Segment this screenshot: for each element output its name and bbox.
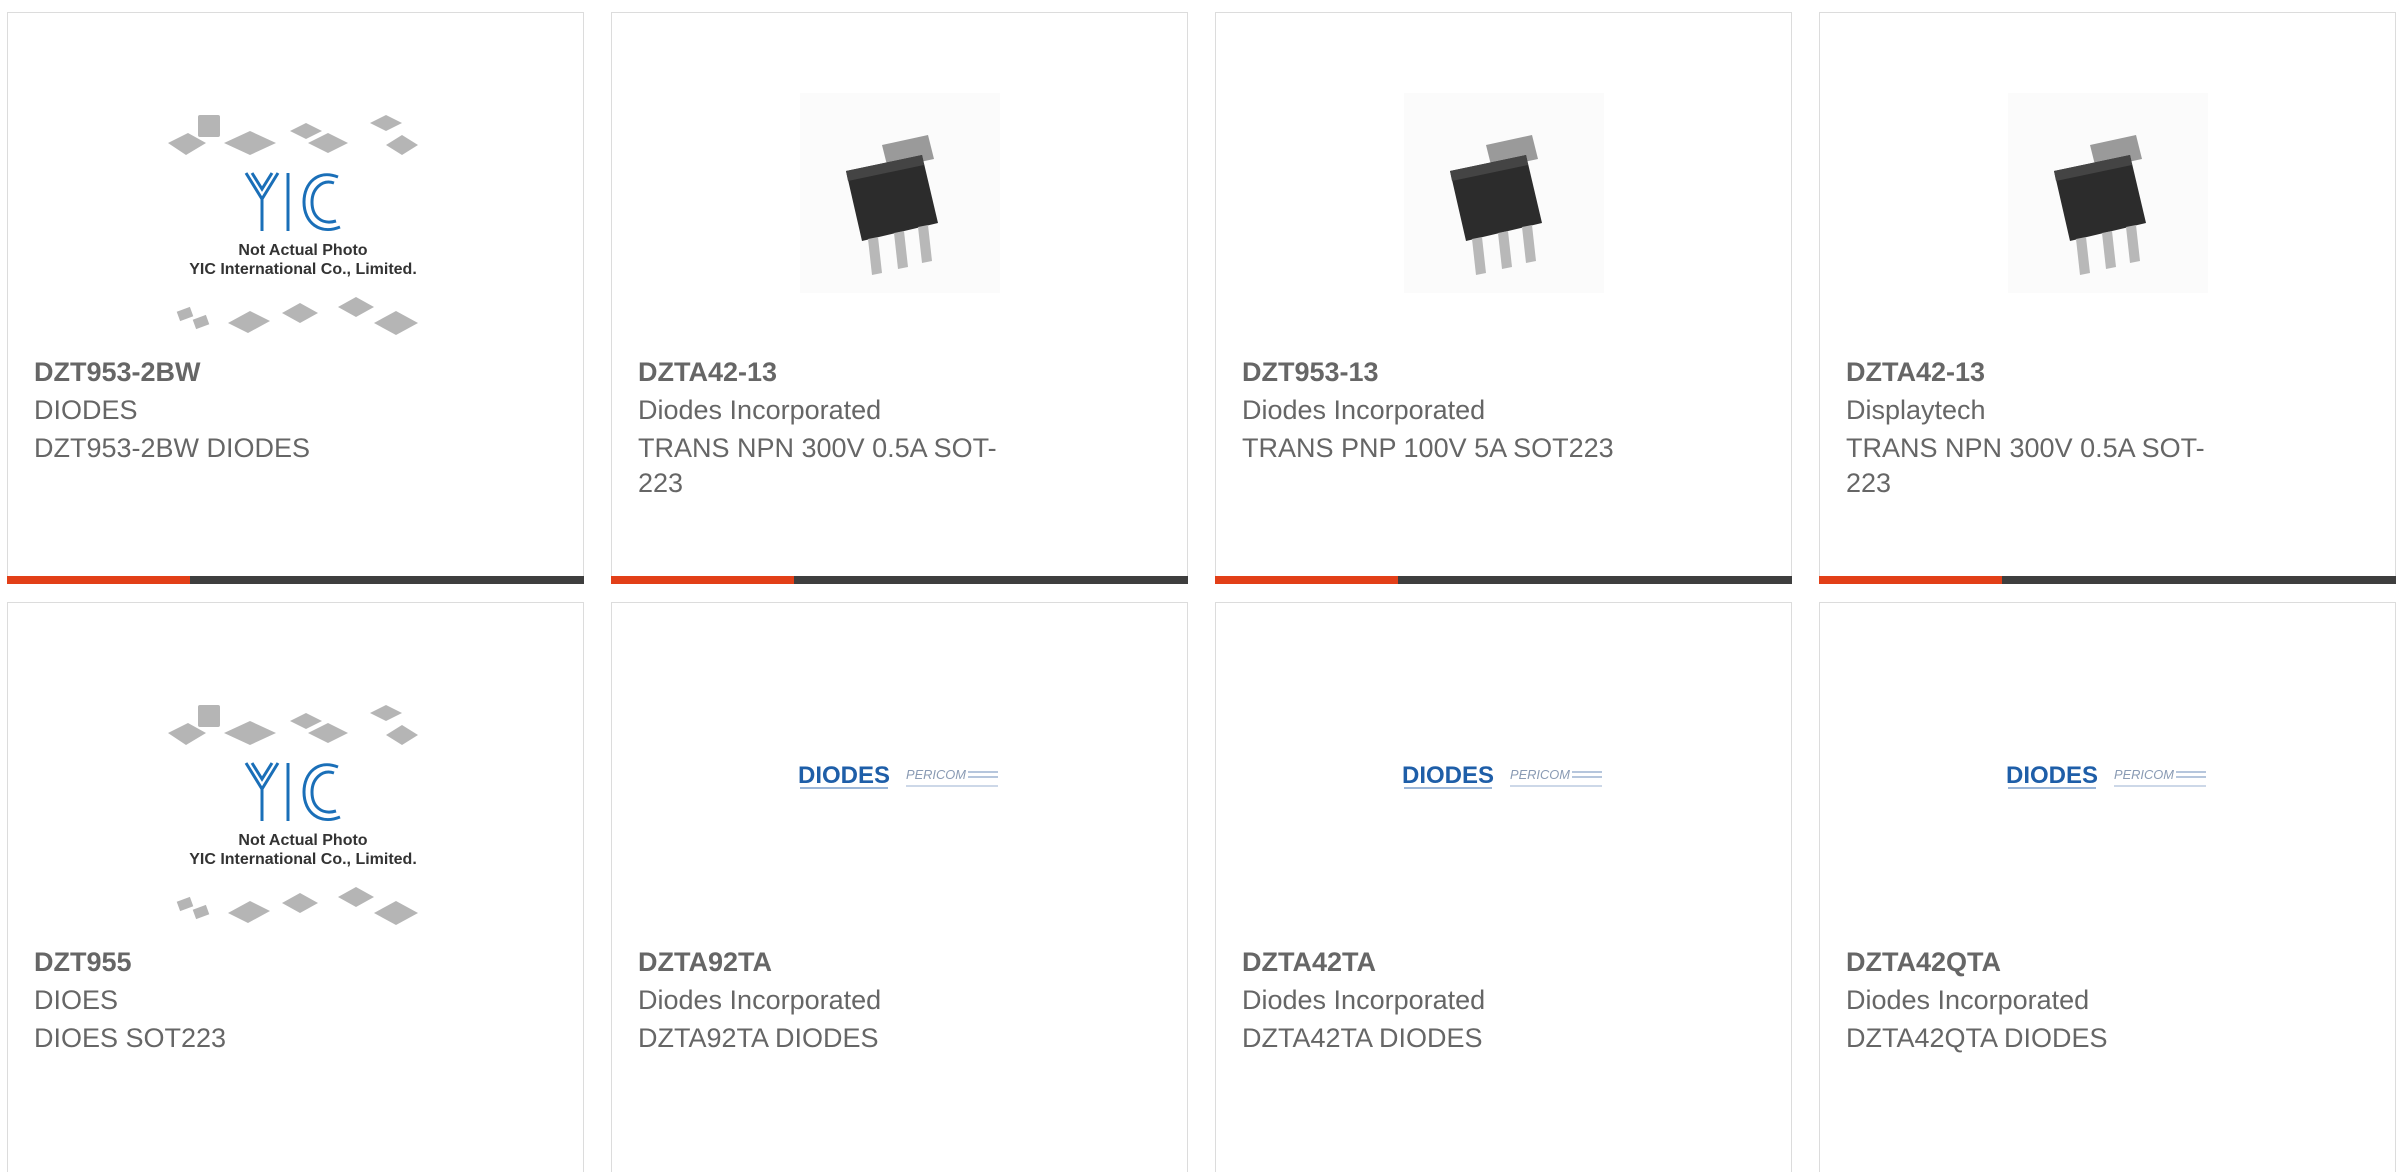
product-card[interactable]: Not Actual Photo YIC International Co., … [7, 12, 584, 584]
description: DZTA42QTA DIODES [1846, 1023, 2108, 1053]
diodes-brand-text: DIODES [1402, 762, 1494, 789]
part-number[interactable]: DZTA92TA [638, 947, 772, 978]
manufacturer: DIOES [34, 985, 119, 1015]
sot223-package-image [2008, 93, 2208, 293]
description: DZTA92TA DIODES [638, 1023, 879, 1053]
product-card[interactable]: DZTA42-13 Diodes Incorporated TRANS NPN … [611, 12, 1188, 584]
part-number[interactable]: DZT955 [34, 947, 132, 978]
product-image[interactable] [612, 13, 1187, 353]
card-accent-bar [1215, 576, 1398, 584]
part-number[interactable]: DZTA42-13 [638, 357, 777, 388]
pericom-brand-text: PERICOM [2114, 767, 2174, 782]
manufacturer: Diodes Incorporated [1242, 395, 1486, 425]
product-image[interactable]: DIODES PERICOM [1216, 603, 1791, 943]
pericom-brand-text: PERICOM [1510, 767, 1570, 782]
pericom-brand-text: PERICOM [906, 767, 966, 782]
product-image[interactable]: Not Actual Photo YIC International Co., … [8, 603, 583, 943]
manufacturer: Diodes Incorporated [638, 395, 882, 425]
product-card[interactable]: DIODES PERICOM DZTA42TA Diodes Incorpora… [1215, 602, 1792, 1172]
manufacturer: Diodes Incorporated [1242, 985, 1486, 1015]
description: TRANS NPN 300V 0.5A SOT-223 [638, 433, 997, 498]
card-bottom-bar [1215, 576, 1792, 584]
product-image[interactable] [1216, 13, 1791, 353]
part-number[interactable]: DZTA42QTA [1846, 947, 2001, 978]
card-bottom-bar [1819, 576, 2396, 584]
diodes-brand-text: DIODES [798, 762, 890, 789]
part-number[interactable]: DZTA42-13 [1846, 357, 1985, 388]
placeholder-line2: YIC International Co., Limited. [189, 851, 417, 868]
product-card[interactable]: DIODES PERICOM DZTA92TA Diodes Incorpora… [611, 602, 1188, 1172]
product-image[interactable] [1820, 13, 2395, 353]
description: DZT953-2BW DIODES [34, 433, 311, 463]
part-number[interactable]: DZTA42TA [1242, 947, 1376, 978]
diodes-pericom-logo: DIODES PERICOM [798, 762, 998, 789]
part-number[interactable]: DZT953-13 [1242, 357, 1379, 388]
description: DIOES SOT223 [34, 1023, 227, 1053]
product-card[interactable]: DZTA42-13 Displaytech TRANS NPN 300V 0.5… [1819, 12, 2396, 584]
card-accent-bar [7, 576, 190, 584]
product-card[interactable]: Not Actual Photo YIC International Co., … [7, 602, 584, 1172]
diodes-brand-text: DIODES [2006, 762, 2098, 789]
placeholder-line1: Not Actual Photo [238, 242, 367, 259]
placeholder-line2: YIC International Co., Limited. [189, 261, 417, 278]
product-image[interactable]: DIODES PERICOM [1820, 603, 2395, 943]
manufacturer: Diodes Incorporated [1846, 985, 2090, 1015]
product-image[interactable]: DIODES PERICOM [612, 603, 1187, 943]
diodes-pericom-logo: DIODES PERICOM [2006, 762, 2206, 789]
sot223-package-image [800, 93, 1000, 293]
product-image[interactable]: Not Actual Photo YIC International Co., … [8, 13, 583, 353]
manufacturer: Displaytech [1846, 395, 1986, 425]
product-grid: Not Actual Photo YIC International Co., … [0, 0, 2400, 1172]
manufacturer: DIODES [34, 395, 138, 425]
card-bottom-bar [7, 576, 584, 584]
card-accent-bar [1819, 576, 2002, 584]
description: DZTA42TA DIODES [1242, 1023, 1483, 1053]
card-accent-bar [611, 576, 794, 584]
manufacturer: Diodes Incorporated [638, 985, 882, 1015]
description: TRANS PNP 100V 5A SOT223 [1242, 433, 1614, 463]
sot223-package-image [1404, 93, 1604, 293]
description: TRANS NPN 300V 0.5A SOT-223 [1846, 433, 2205, 498]
yic-placeholder-image: Not Actual Photo YIC International Co., … [168, 115, 418, 335]
part-number[interactable]: DZT953-2BW [34, 357, 201, 388]
card-bottom-bar [611, 576, 1188, 584]
yic-placeholder-image: Not Actual Photo YIC International Co., … [168, 705, 418, 925]
product-card[interactable]: DZT953-13 Diodes Incorporated TRANS PNP … [1215, 12, 1792, 584]
product-card[interactable]: DIODES PERICOM DZTA42QTA Diodes Incorpor… [1819, 602, 2396, 1172]
diodes-pericom-logo: DIODES PERICOM [1402, 762, 1602, 789]
placeholder-line1: Not Actual Photo [238, 832, 367, 849]
